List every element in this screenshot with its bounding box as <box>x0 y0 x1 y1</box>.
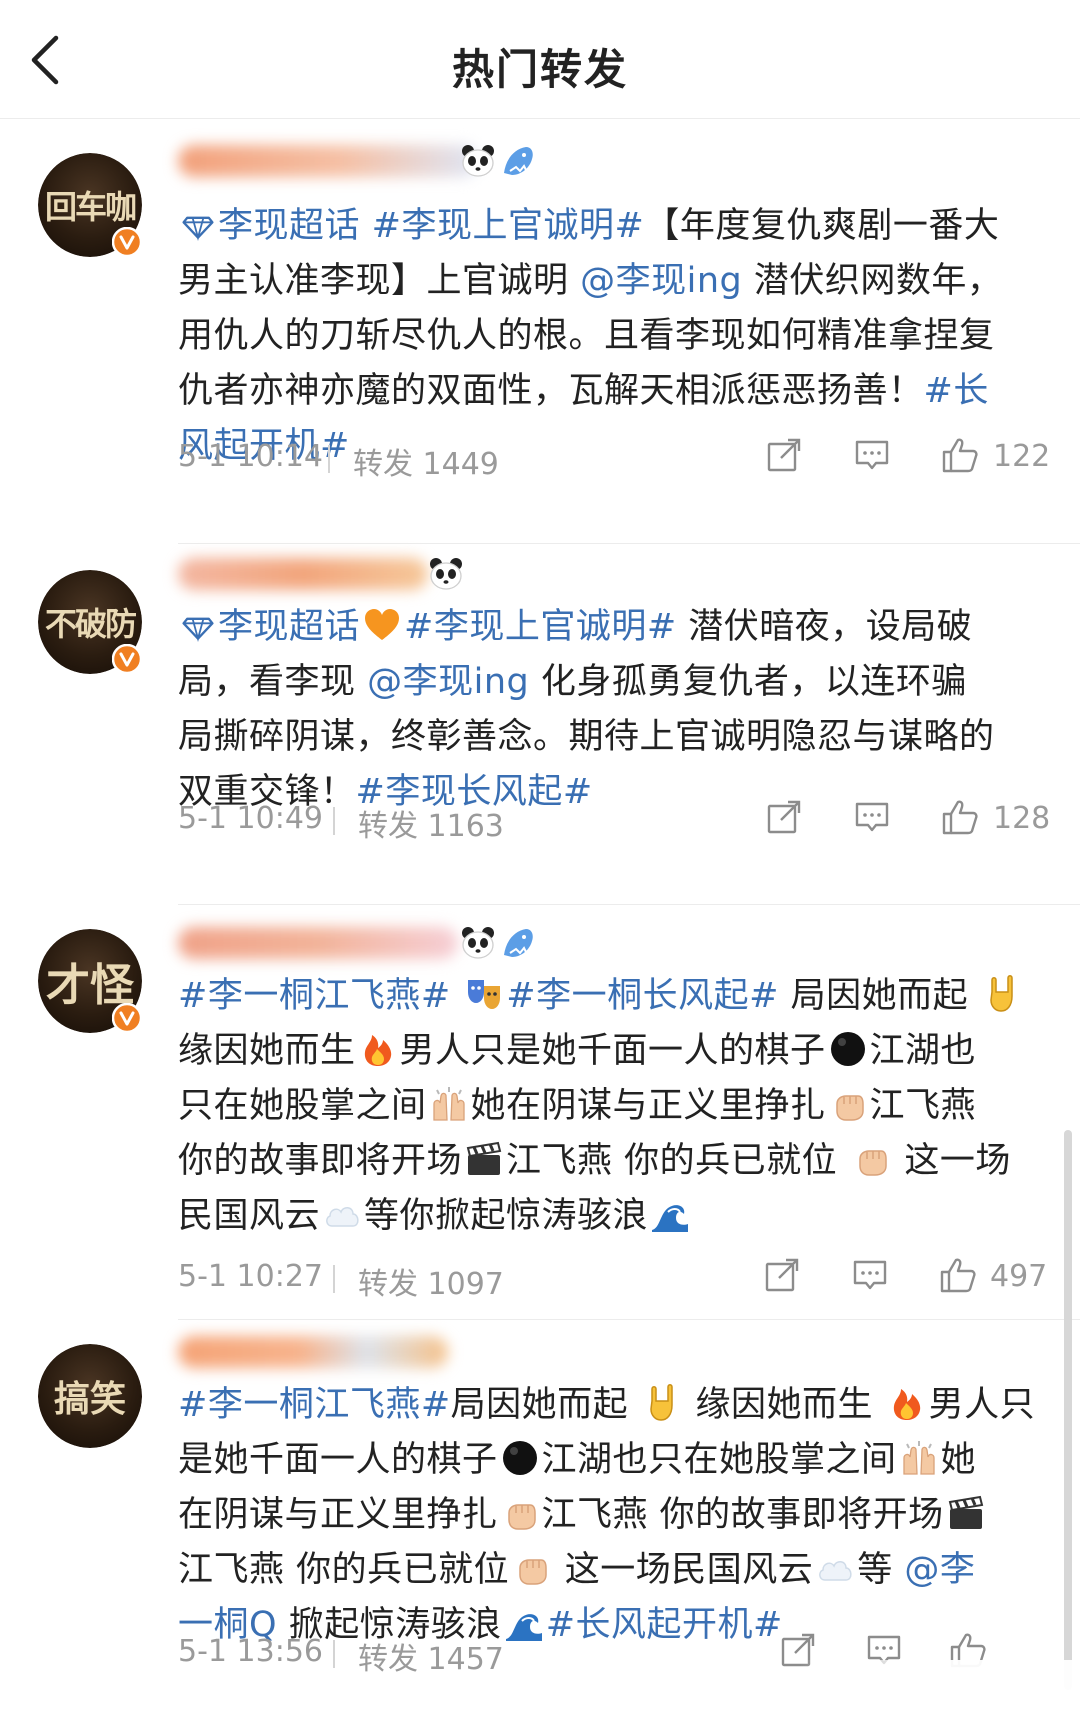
watermark-fade <box>800 1660 1080 1733</box>
username-blurred <box>178 145 478 177</box>
fire-icon <box>887 1383 927 1423</box>
repost-count: 转发 1449 <box>353 447 499 482</box>
raising-hands-icon <box>429 1084 469 1124</box>
panda-icon <box>460 143 496 179</box>
black-ball-icon <box>500 1438 540 1478</box>
username-blurred <box>178 558 428 590</box>
raised-fist-icon <box>511 1548 551 1588</box>
like-count: 497 <box>990 1259 1048 1294</box>
like-icon[interactable] <box>938 1255 978 1295</box>
post-text: 李现超话 #李现上官诚明# 潜伏暗夜，设局破 局，看李现 @李现ing 化身孤勇复… <box>178 605 995 812</box>
like-icon[interactable] <box>940 797 980 837</box>
share-icon[interactable] <box>764 797 804 837</box>
post-meta: 5-1 10:49 转发 1163 128 <box>178 797 1051 844</box>
share-icon[interactable] <box>762 1255 802 1295</box>
post-meta: 5-1 10:14 转发 1449 122 <box>178 435 1051 482</box>
hashtag-link[interactable]: #李现上官诚明# <box>372 206 645 246</box>
hashtag-link[interactable]: #李一桐长风起# <box>506 976 779 1016</box>
hashtag-link[interactable]: #李一桐江飞燕# <box>178 1385 451 1425</box>
fist-icon <box>828 1084 868 1124</box>
clapper-board-icon <box>946 1493 986 1533</box>
hashtag-link[interactable]: #李现上官诚明# <box>404 607 677 647</box>
verified-badge-icon <box>112 227 142 257</box>
post-text: #李一桐江飞燕# #李一桐长风起# 局因她而起 缘因她而生 男人只是她千面一人的棋… <box>178 969 1038 1244</box>
panda-icon <box>428 556 464 592</box>
comment-icon[interactable] <box>850 1255 890 1295</box>
username-blurred <box>178 1336 448 1368</box>
timestamp: 5-1 13:56 <box>178 1634 323 1669</box>
orange-heart-icon <box>362 605 402 645</box>
repost-count: 转发 1097 <box>358 1267 504 1302</box>
super-topic-link[interactable]: 李现超话 <box>218 206 360 246</box>
username[interactable] <box>178 139 548 183</box>
mention-link[interactable]: @李 <box>904 1550 975 1590</box>
username[interactable] <box>178 1330 548 1374</box>
theater-masks-icon <box>464 974 504 1014</box>
username[interactable] <box>178 921 548 965</box>
verified-badge-icon <box>112 644 142 674</box>
avatar[interactable]: 搞笑 <box>38 1344 142 1448</box>
timestamp: 5-1 10:27 <box>178 1259 323 1294</box>
page-title: 热门转发 <box>451 45 628 94</box>
share-icon[interactable] <box>764 435 804 475</box>
post-meta: 5-1 10:27 转发 1097 497 <box>178 1255 1048 1302</box>
verified-badge-icon <box>112 1003 142 1033</box>
hashtag-link[interactable]: #长 <box>924 371 989 411</box>
username[interactable] <box>178 552 548 596</box>
hashtag-link[interactable]: #李一桐江飞燕# <box>178 976 451 1016</box>
meta-divider <box>328 445 330 473</box>
rock-hand-icon <box>642 1383 682 1423</box>
mention-link[interactable]: @李现ing <box>367 662 529 702</box>
timestamp: 5-1 10:14 <box>178 439 323 474</box>
timestamp: 5-1 10:49 <box>178 801 323 836</box>
fire-icon <box>358 1029 398 1069</box>
mention-link[interactable]: @李现ing <box>580 261 742 301</box>
like-count: 128 <box>993 801 1051 836</box>
repost-count: 转发 1457 <box>358 1642 504 1677</box>
like-count: 122 <box>993 439 1051 474</box>
comment-icon[interactable] <box>852 797 892 837</box>
shark-icon <box>500 925 536 961</box>
fist-icon <box>500 1493 540 1533</box>
super-topic-icon <box>180 207 216 243</box>
cloud-icon <box>322 1194 362 1234</box>
top-bar: 热门转发 <box>0 0 1080 119</box>
black-ball-icon <box>828 1029 868 1069</box>
post-text: 李现超话 #李现上官诚明#【年度复仇爽剧一番大 男主认准李现】上官诚明 @李现i… <box>178 199 1038 474</box>
shark-icon <box>500 143 536 179</box>
super-topic-link[interactable]: 李现超话 <box>218 607 360 647</box>
list-item[interactable]: 不破防 李现超话 #李现上官诚明# 潜伏暗夜，设局破 局，看李现 @李现ing 化… <box>0 544 1080 905</box>
meta-divider <box>333 1265 335 1293</box>
clapper-board-icon <box>464 1139 504 1179</box>
super-topic-icon <box>180 608 216 644</box>
panda-icon <box>460 925 496 961</box>
wave-icon <box>650 1194 690 1234</box>
list-item[interactable]: 回车咖 李现超话 #李现上官诚明#【年度复仇爽剧一番大 男主认准李现】上官诚明 … <box>0 119 1080 544</box>
comment-icon[interactable] <box>852 435 892 475</box>
raised-fist-icon <box>851 1139 891 1179</box>
scrollbar[interactable] <box>1064 1130 1072 1690</box>
username-blurred <box>178 927 458 959</box>
list-item[interactable]: 才怪 #李一桐江飞燕# #李一桐长风起# 局因她而起 缘因她而生 男人只是她千面一… <box>0 905 1080 1320</box>
rock-hand-icon <box>982 974 1022 1014</box>
meta-divider <box>333 807 335 835</box>
repost-count: 转发 1163 <box>358 809 504 844</box>
raising-hands-icon <box>899 1438 939 1478</box>
post-text: #李一桐江飞燕#局因她而起 缘因她而生 男人只 是她千面一人的棋子 江湖也只在她股… <box>178 1383 1036 1645</box>
meta-divider <box>333 1640 335 1668</box>
like-icon[interactable] <box>940 435 980 475</box>
cloud-icon <box>815 1548 855 1588</box>
